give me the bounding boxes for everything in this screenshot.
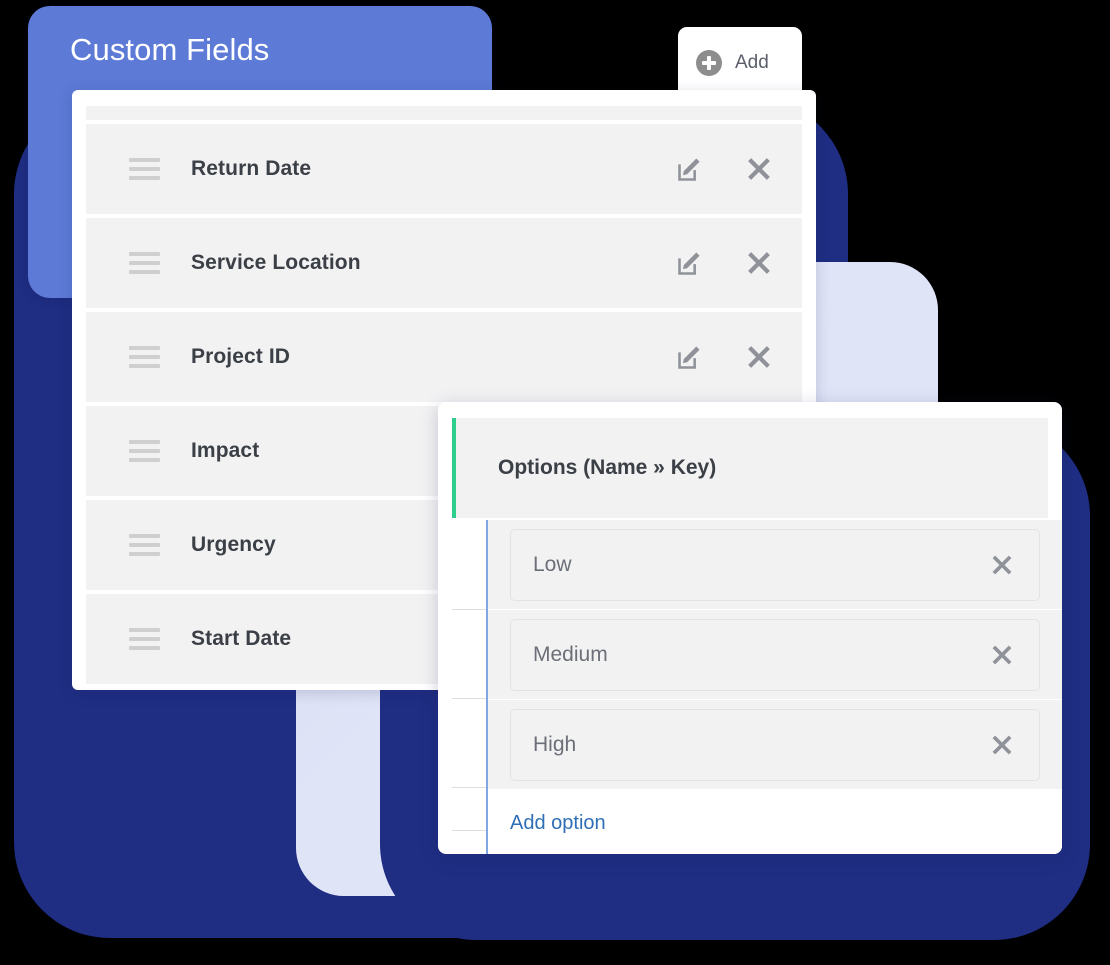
- add-tab-label: Add: [735, 52, 769, 73]
- drag-handle-icon[interactable]: [129, 346, 160, 368]
- option-value-text: Medium: [533, 642, 608, 666]
- option-value-text: High: [533, 732, 577, 756]
- field-options-panel: Options (Name » Key) Low Medium High Add…: [438, 402, 1062, 854]
- option-value-text: Low: [533, 552, 572, 576]
- edit-pencil-icon[interactable]: [676, 249, 704, 277]
- field-name-label: Service Location: [191, 251, 361, 274]
- row-actions: [676, 154, 774, 184]
- options-title: Options (Name » Key): [498, 456, 717, 479]
- drag-handle-icon[interactable]: [129, 534, 160, 556]
- field-name-label: Project ID: [191, 345, 291, 368]
- table-row[interactable]: Project ID: [86, 312, 802, 402]
- row-actions: [676, 248, 774, 278]
- options-panel-header: Options (Name » Key): [452, 418, 1048, 518]
- add-option-link[interactable]: Add option: [510, 812, 606, 835]
- options-footer: Add option: [488, 790, 1062, 854]
- options-list: Low Medium High Add option: [486, 520, 1062, 854]
- drag-handle-icon[interactable]: [129, 158, 160, 180]
- drag-handle-icon[interactable]: [129, 252, 160, 274]
- field-name-label: Return Date: [191, 157, 312, 180]
- add-field-tab[interactable]: Add: [678, 27, 802, 99]
- table-row-partial: [86, 106, 802, 120]
- table-row[interactable]: Service Location: [86, 218, 802, 308]
- edit-pencil-icon[interactable]: [676, 155, 704, 183]
- plus-circle-icon: [696, 50, 722, 76]
- row-actions: [676, 342, 774, 372]
- options-tree-rail: [452, 520, 487, 854]
- options-panel-body: Low Medium High Add option: [452, 520, 1062, 854]
- close-x-icon[interactable]: [744, 154, 774, 184]
- list-item[interactable]: High: [488, 700, 1062, 790]
- close-x-icon[interactable]: [989, 552, 1015, 578]
- page-title: Custom Fields: [70, 32, 270, 67]
- close-x-icon[interactable]: [744, 342, 774, 372]
- option-name-input[interactable]: Medium: [510, 618, 1040, 691]
- screenshot-stage: Custom Fields Add Return Date Service Lo…: [0, 0, 1110, 965]
- option-name-input[interactable]: High: [510, 708, 1040, 781]
- close-x-icon[interactable]: [744, 248, 774, 278]
- list-item[interactable]: Medium: [488, 610, 1062, 700]
- drag-handle-icon[interactable]: [129, 628, 160, 650]
- drag-handle-icon[interactable]: [129, 440, 160, 462]
- list-item[interactable]: Low: [488, 520, 1062, 610]
- edit-pencil-icon[interactable]: [676, 343, 704, 371]
- close-x-icon[interactable]: [989, 642, 1015, 668]
- table-row[interactable]: Return Date: [86, 124, 802, 214]
- option-name-input[interactable]: Low: [510, 528, 1040, 601]
- close-x-icon[interactable]: [989, 732, 1015, 758]
